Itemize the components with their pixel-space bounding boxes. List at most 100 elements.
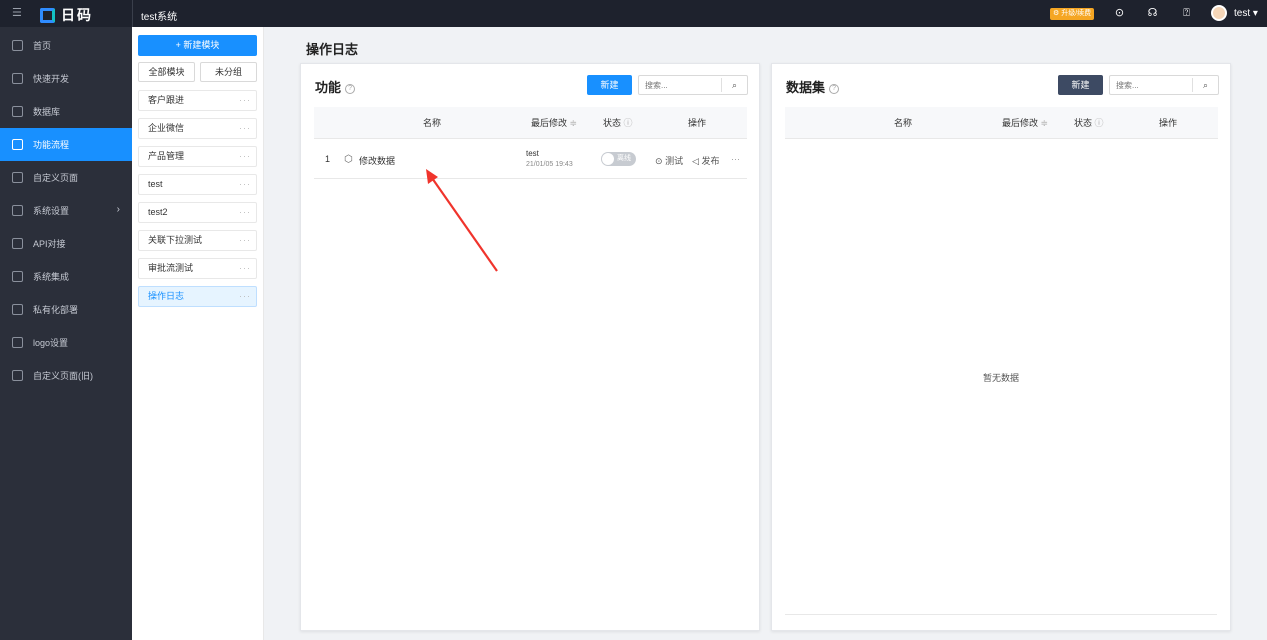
sort-icon[interactable]: ≑ [570, 118, 578, 128]
datasets-table-header: 名称 最后修改 ≑ 状态 ⓘ 操作 [785, 107, 1218, 139]
play-circle-icon[interactable]: ⊙ [1113, 7, 1126, 20]
column-status-label: 状态 [1074, 118, 1093, 128]
help-book-icon[interactable]: ⍰ [1180, 7, 1193, 20]
column-name: 名称 [894, 118, 913, 128]
sidebar-item-label: 系统设置 [33, 206, 70, 216]
module-item[interactable]: 关联下拉测试 ··· [138, 230, 257, 251]
column-last-modified[interactable]: 最后修改 ≑ [1002, 107, 1048, 139]
topbar-divider [132, 0, 133, 27]
test-action[interactable]: ⊙ 测试 [655, 154, 683, 167]
module-item-label: 产品管理 [148, 151, 185, 161]
publish-action[interactable]: ◁ 发布 [692, 154, 719, 167]
column-name: 名称 [423, 118, 442, 128]
brand-name: 日码 [61, 7, 93, 23]
play-circle-icon: ⊙ [655, 156, 663, 166]
sidebar-item-label: 数据库 [33, 107, 61, 117]
sidebar-item-label: 快速开发 [33, 74, 70, 84]
module-item-active[interactable]: 操作日志 ··· [138, 286, 257, 307]
help-icon[interactable]: ? [829, 84, 840, 94]
dataset-search-input[interactable] [1110, 76, 1190, 94]
last-editor: test [526, 149, 539, 158]
sidebar-item-label: API对接 [33, 239, 66, 249]
module-item[interactable]: 客户跟进 ··· [138, 90, 257, 111]
new-module-button[interactable]: + 新建模块 [138, 35, 257, 56]
more-icon[interactable]: ··· [239, 119, 251, 138]
function-name[interactable]: 修改数据 [359, 154, 395, 167]
database-icon [12, 106, 23, 117]
column-status: 状态 ⓘ [1074, 107, 1104, 139]
sidebar-item-label: 首页 [33, 41, 52, 51]
menu-toggle-icon[interactable]: ☰ [12, 7, 24, 19]
avatar[interactable] [1211, 5, 1227, 21]
function-search-input[interactable] [639, 76, 719, 94]
upgrade-badge[interactable]: ⚙ 升级/续费 [1050, 8, 1095, 20]
sidebar-item-quick-dev[interactable]: 快速开发 [0, 62, 132, 95]
page-old-icon [12, 370, 23, 381]
search-icon[interactable]: ⌕ [721, 78, 747, 92]
top-bar: ☰ 日码 test系统 ⚙ 升级/续费 ⊙ ☊ ⍰ test ▾ [0, 0, 1267, 27]
functions-table-header: 名称 最后修改 ≑ 状态 ⓘ 操作 [314, 107, 747, 139]
help-icon[interactable]: ⓘ [1095, 118, 1104, 128]
headset-icon[interactable]: ☊ [1146, 7, 1159, 20]
table-row[interactable]: 1 ⬡ 修改数据 test 21/01/05 19:43 离线 ⊙ 测试 ◁ 发… [314, 141, 747, 179]
more-icon[interactable]: ··· [239, 259, 251, 278]
column-status-label: 状态 [603, 118, 622, 128]
more-icon[interactable]: ··· [239, 175, 251, 194]
test-action-label: 测试 [665, 156, 684, 166]
module-item[interactable]: 企业微信 ··· [138, 118, 257, 139]
functions-card: 功能? 新建 ⌕ 名称 最后修改 ≑ 状态 ⓘ 操作 1 ⬡ 修改数据 test… [300, 63, 760, 631]
column-last-modified[interactable]: 最后修改 ≑ [531, 107, 577, 139]
sidebar-item-function-flow[interactable]: 功能流程 [0, 128, 132, 161]
sidebar-item-api[interactable]: API对接 [0, 227, 132, 260]
column-actions: 操作 [688, 118, 707, 128]
send-icon: ◁ [692, 156, 699, 166]
upgrade-label: 升级/续费 [1061, 10, 1092, 17]
module-item-label: 操作日志 [148, 291, 185, 301]
ungrouped-button[interactable]: 未分组 [200, 62, 257, 82]
system-name[interactable]: test系统 [141, 8, 177, 23]
status-toggle[interactable]: 离线 [601, 152, 636, 166]
all-modules-button[interactable]: 全部模块 [138, 62, 195, 82]
chevron-right-icon: › [116, 204, 120, 215]
module-item[interactable]: test2 ··· [138, 202, 257, 223]
app-logo[interactable]: 日码 [40, 5, 93, 25]
more-icon[interactable]: ··· [239, 203, 251, 222]
help-icon[interactable]: ? [345, 84, 356, 94]
datasets-title-text: 数据集 [786, 80, 826, 95]
divider [785, 614, 1217, 615]
dataset-search[interactable]: ⌕ [1109, 75, 1219, 95]
sidebar-item-logo-settings[interactable]: logo设置 [0, 326, 132, 359]
more-icon[interactable]: ··· [239, 287, 251, 306]
sidebar-item-home[interactable]: 首页 [0, 29, 132, 62]
sidebar-item-label: 私有化部署 [33, 305, 79, 315]
more-icon[interactable]: ··· [731, 154, 740, 164]
toggle-knob [602, 153, 614, 165]
module-item-label: 关联下拉测试 [148, 235, 203, 245]
column-last-modified-label: 最后修改 [1002, 118, 1039, 128]
cube-icon [12, 73, 23, 84]
module-item[interactable]: test ··· [138, 174, 257, 195]
module-item[interactable]: 产品管理 ··· [138, 146, 257, 167]
sidebar-item-custom-page-old[interactable]: 自定义页面(旧) [0, 359, 132, 392]
sidebar-item-label: logo设置 [33, 338, 69, 348]
sidebar-item-system-settings[interactable]: 系统设置 › [0, 194, 132, 227]
new-dataset-button[interactable]: 新建 [1058, 75, 1103, 95]
flow-icon [12, 139, 23, 150]
more-icon[interactable]: ··· [239, 147, 251, 166]
function-search[interactable]: ⌕ [638, 75, 748, 95]
sidebar-item-database[interactable]: 数据库 [0, 95, 132, 128]
sidebar-item-integration[interactable]: 系统集成 [0, 260, 132, 293]
search-icon[interactable]: ⌕ [1192, 78, 1218, 92]
sidebar-item-label: 功能流程 [33, 140, 70, 150]
sidebar-item-private-deploy[interactable]: 私有化部署 [0, 293, 132, 326]
help-icon[interactable]: ⓘ [624, 118, 633, 128]
user-menu[interactable]: test ▾ [1234, 8, 1258, 19]
module-item[interactable]: 审批流测试 ··· [138, 258, 257, 279]
module-item-label: 企业微信 [148, 123, 185, 133]
sidebar-item-custom-page[interactable]: 自定义页面 [0, 161, 132, 194]
new-function-button[interactable]: 新建 [587, 75, 632, 95]
more-icon[interactable]: ··· [239, 231, 251, 250]
sort-icon[interactable]: ≑ [1041, 118, 1049, 128]
last-modified-date: 21/01/05 19:43 [526, 161, 573, 168]
more-icon[interactable]: ··· [239, 91, 251, 110]
